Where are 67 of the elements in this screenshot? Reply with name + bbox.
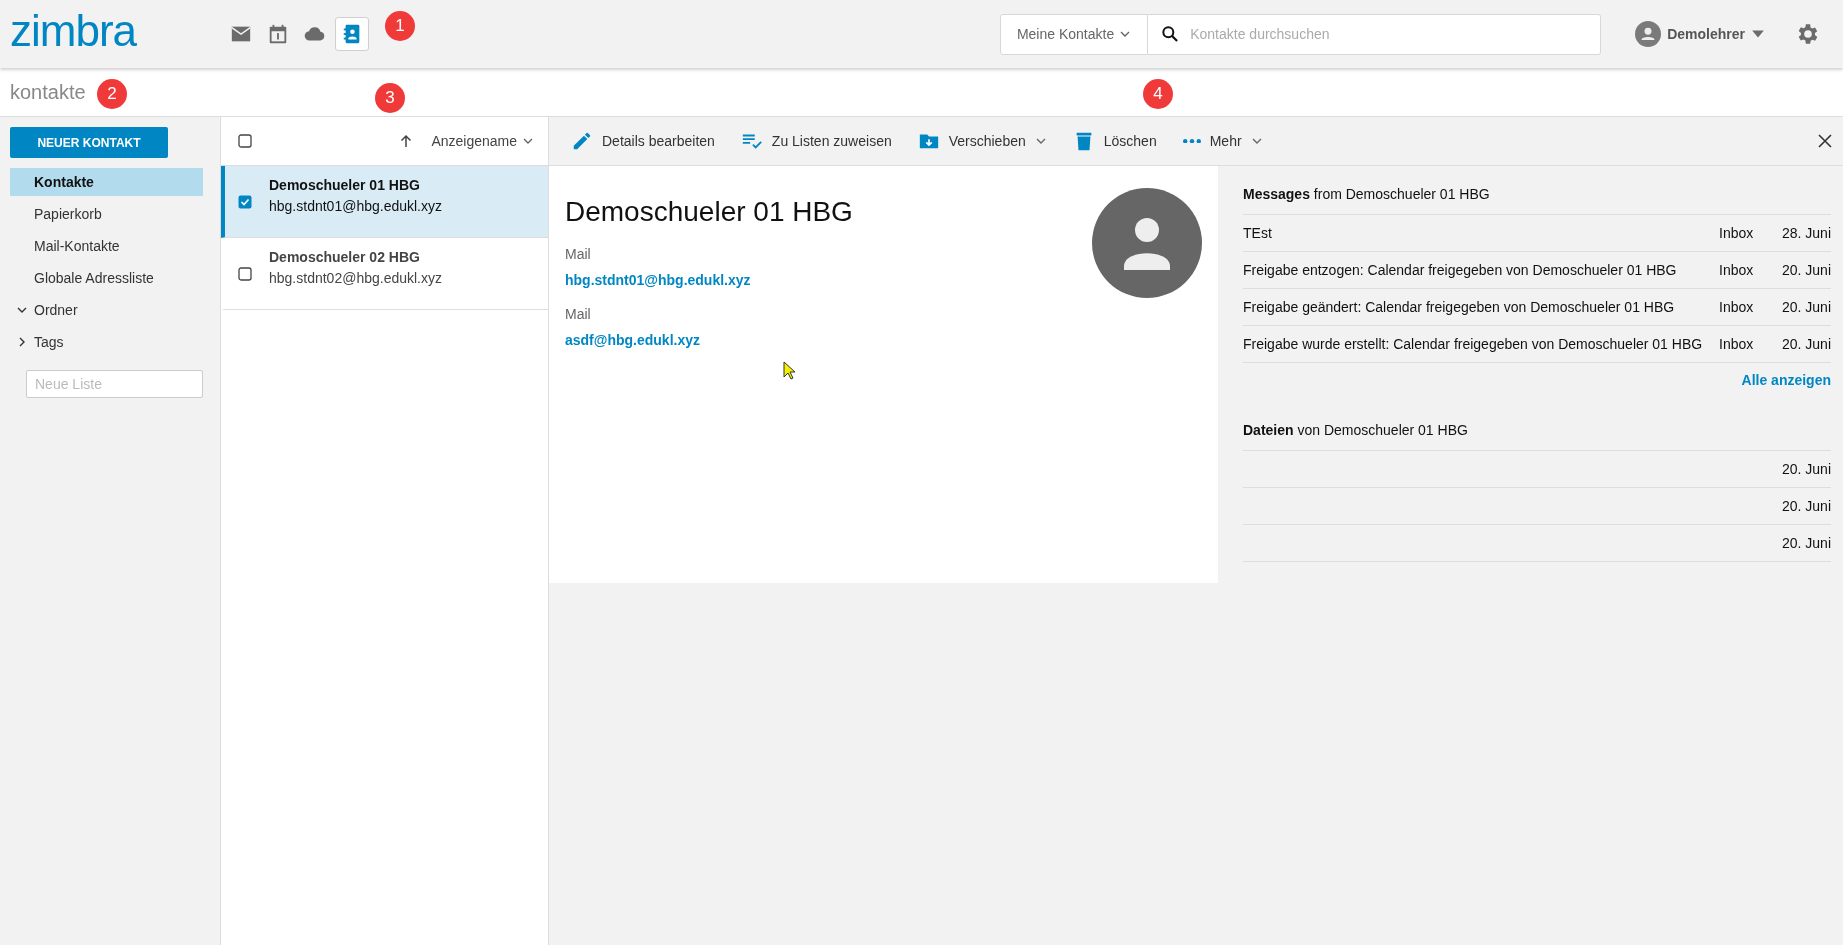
- new-list-field[interactable]: Neue Liste: [26, 370, 203, 398]
- messages-heading: Messages from Demoschueler 01 HBG: [1243, 186, 1831, 215]
- sidebar-item[interactable]: Globale Adressliste: [10, 264, 203, 292]
- email-link[interactable]: asdf@hbg.edukl.xyz: [565, 332, 853, 348]
- checkbox[interactable]: [238, 266, 252, 281]
- toolbar-button[interactable]: Mehr: [1182, 133, 1263, 149]
- message-folder: Inbox: [1719, 225, 1755, 241]
- files-heading: Dateien von Demoschueler 01 HBG: [1243, 422, 1831, 451]
- app-button[interactable]: [335, 17, 370, 51]
- sidebar-group[interactable]: Ordner: [16, 296, 220, 324]
- file-row[interactable]: 20. Juni: [1243, 525, 1831, 562]
- message-row[interactable]: Freigabe entzogen: Calendar freigegeben von Demoschueler 01 HBG Inbox 20. Juni: [1243, 252, 1831, 289]
- message-subject: TEst: [1243, 225, 1273, 241]
- toolbar-button[interactable]: Zu Listen zuweisen: [740, 130, 892, 152]
- cursor-icon: [783, 361, 797, 381]
- message-folder: Inbox: [1719, 336, 1755, 352]
- more-dots-icon: [1182, 138, 1201, 144]
- message-date: 20. Juni: [1780, 336, 1831, 352]
- sidebar-item[interactable]: Mail-Kontakte: [10, 232, 203, 260]
- message-date: 28. Juni: [1780, 225, 1831, 241]
- message-row[interactable]: TEst Inbox 28. Juni: [1243, 215, 1831, 252]
- contact-name: Demoschueler 02 HBG: [269, 249, 421, 265]
- checkbox[interactable]: [238, 134, 252, 148]
- file-row[interactable]: 20. Juni: [1243, 488, 1831, 525]
- contact-name: Demoschueler 01 HBG: [269, 177, 421, 193]
- file-row[interactable]: 20. Juni: [1243, 451, 1831, 488]
- close-button[interactable]: [1817, 133, 1833, 149]
- field-label: Mail: [565, 246, 592, 262]
- message-row[interactable]: Freigabe wurde erstellt: Calendar freigegeben von Demoschueler 01 HBG Inbox 20. Juni: [1243, 326, 1831, 363]
- message-row[interactable]: Freigabe geändert: Calendar freigegeben von Demoschueler 01 HBG Inbox 20. Juni: [1243, 289, 1831, 326]
- sort-dropdown[interactable]: Anzeigename: [431, 133, 534, 149]
- email-link[interactable]: hbg.stdnt01@hbg.edukl.xyz: [565, 272, 853, 288]
- sidebar-group[interactable]: Tags: [16, 328, 220, 356]
- message-folder: Inbox: [1719, 299, 1755, 315]
- contact-title: Demoschueler 01 HBG: [565, 196, 853, 228]
- sidebar-item[interactable]: Papierkorb: [10, 200, 203, 228]
- contact-row[interactable]: Demoschueler 02 HBG hbg.stdnt02@hbg.edukl.xyz: [221, 238, 548, 310]
- file-date: 20. Juni: [1780, 498, 1831, 514]
- file-date: 20. Juni: [1780, 461, 1831, 477]
- zimbra-logo: zimbra: [10, 9, 137, 53]
- message-subject: Freigabe geändert: Calendar freigegeben von Demoschueler 01 HBG: [1243, 299, 1676, 315]
- message-date: 20. Juni: [1780, 262, 1831, 278]
- message-subject: Freigabe entzogen: Calendar freigegeben von Demoschueler 01 HBG: [1243, 262, 1678, 278]
- close-icon: [1817, 133, 1833, 149]
- sidebar-item[interactable]: Kontakte: [10, 168, 203, 196]
- message-folder: Inbox: [1719, 262, 1755, 278]
- toolbar-button[interactable]: Löschen: [1072, 130, 1157, 152]
- toolbar-button[interactable]: Verschieben: [917, 130, 1047, 152]
- new-contact-button[interactable]: NEUER KONTAKT: [10, 127, 168, 158]
- message-date: 20. Juni: [1780, 299, 1831, 315]
- avatar-icon: [1635, 21, 1662, 47]
- checked-checkbox[interactable]: [238, 194, 252, 209]
- toolbar-button[interactable]: Details bearbeiten: [571, 130, 715, 152]
- user-menu[interactable]: Demolehrer: [1635, 21, 1765, 47]
- scope-dropdown[interactable]: Meine Kontakte: [999, 13, 1149, 55]
- contact-email: hbg.stdnt01@hbg.edukl.xyz: [269, 198, 442, 214]
- message-subject: Freigabe wurde erstellt: Calendar freigegeben von Demoschueler 01 HBG: [1243, 336, 1704, 352]
- file-date: 20. Juni: [1780, 535, 1831, 551]
- pencil-icon: [571, 130, 593, 152]
- show-all-link[interactable]: Alle anzeigen: [1741, 372, 1831, 388]
- contact-email: hbg.stdnt02@hbg.edukl.xyz: [269, 270, 442, 286]
- search-icon: [1160, 23, 1181, 44]
- page-title: kontakte: [10, 80, 86, 104]
- sort-arrow-icon: [399, 134, 414, 148]
- search-field[interactable]: Kontakte durchsuchen: [1148, 13, 1602, 55]
- field-label: Mail: [565, 306, 592, 322]
- contact-row[interactable]: Demoschueler 01 HBG hbg.stdnt01@hbg.edukl.xyz: [221, 166, 548, 238]
